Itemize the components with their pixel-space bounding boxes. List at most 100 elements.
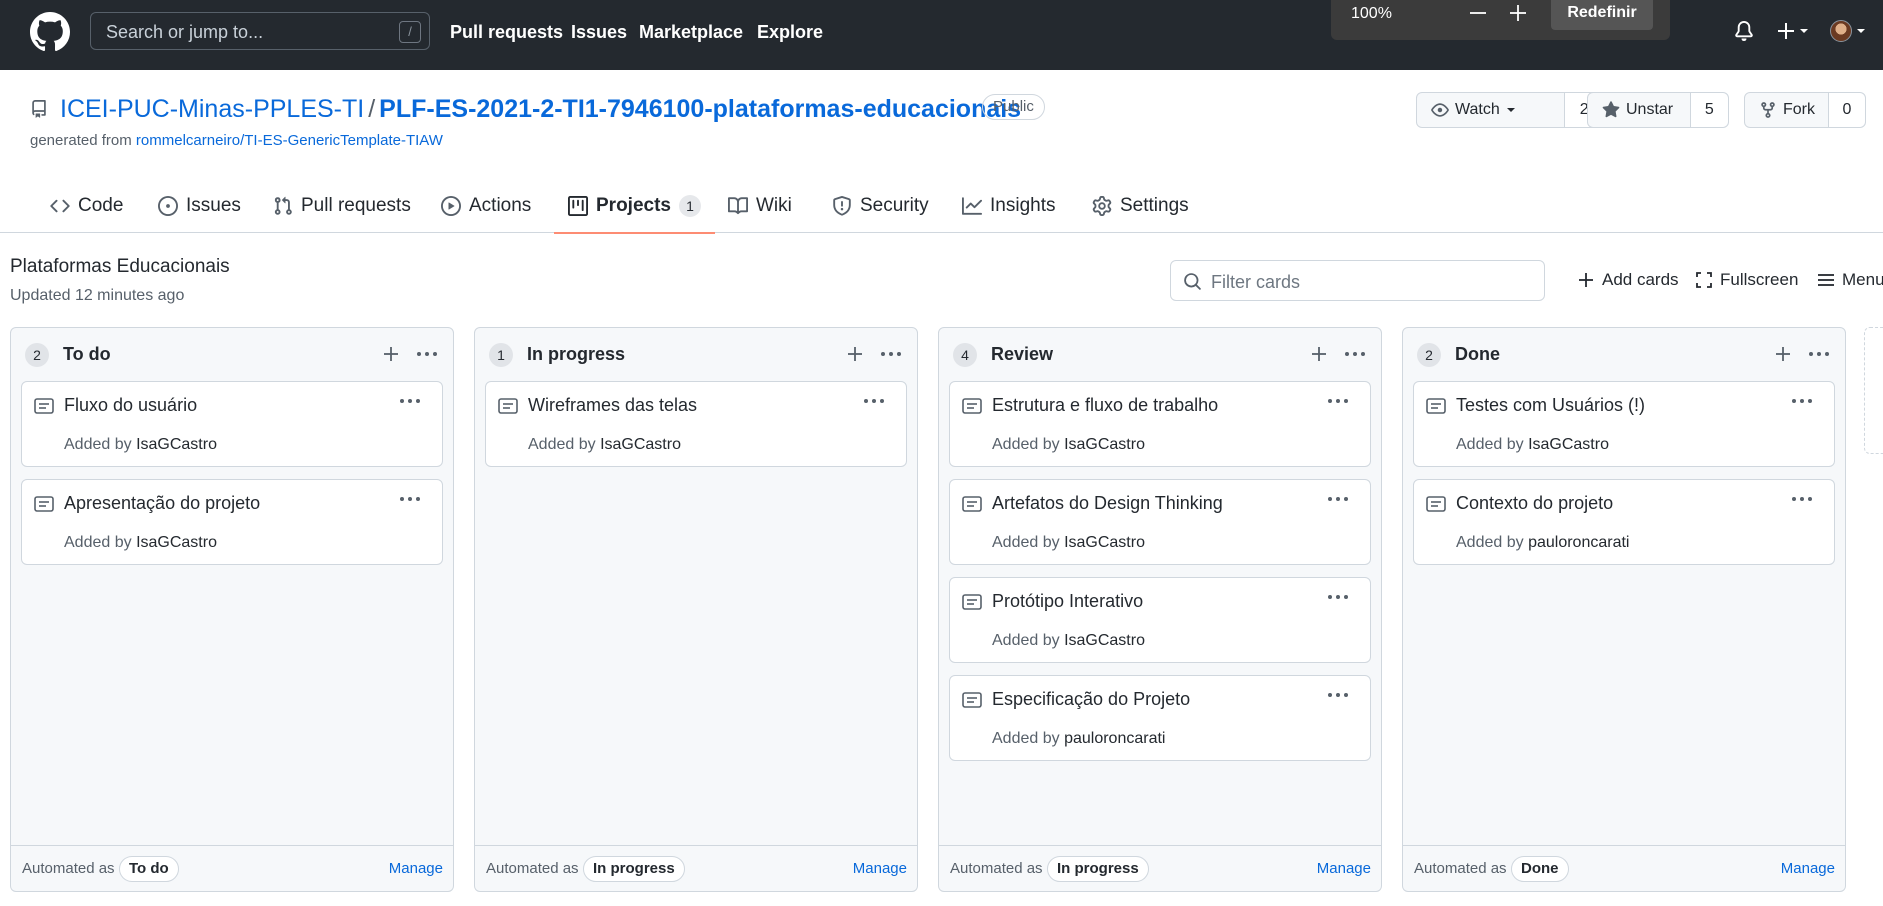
column-card-count: 1 [489, 343, 513, 367]
github-logo-icon[interactable] [30, 12, 70, 52]
card-more-icon[interactable] [1326, 688, 1350, 702]
filter-cards-input[interactable]: Filter cards [1170, 260, 1545, 301]
card-author[interactable]: pauloroncarati [1064, 730, 1165, 747]
star-count[interactable]: 5 [1690, 93, 1728, 127]
filter-placeholder: Filter cards [1211, 272, 1301, 292]
card-author[interactable]: pauloroncarati [1528, 534, 1629, 551]
card-more-icon[interactable] [398, 492, 422, 506]
gear-icon [1092, 195, 1112, 216]
card-title[interactable]: Protótipo Interativo [992, 591, 1143, 612]
card-title[interactable]: Apresentação do projeto [64, 493, 260, 514]
manage-automation-link[interactable]: Manage [389, 860, 443, 877]
template-repo-link[interactable]: rommelcarneiro/TI-ES-GenericTemplate-TIA… [136, 132, 443, 149]
menu-label: Menu [1842, 270, 1883, 289]
card-title[interactable]: Testes com Usuários (!) [1456, 395, 1645, 416]
card-author[interactable]: IsaGCastro [136, 436, 217, 453]
project-card[interactable]: Fluxo do usuário Added by IsaGCastro [21, 381, 443, 467]
menu-button[interactable]: Menu [1816, 270, 1883, 290]
tab-issues[interactable]: Issues [158, 178, 241, 233]
note-icon [1426, 397, 1446, 415]
fork-count[interactable]: 0 [1829, 93, 1865, 127]
column-more-icon[interactable] [415, 344, 439, 364]
project-card[interactable]: Estrutura e fluxo de trabalho Added by I… [949, 381, 1371, 467]
tab-pull-requests[interactable]: Pull requests [273, 178, 411, 233]
global-header: Search or jump to... / Pull requests Iss… [0, 0, 1883, 70]
column-more-icon[interactable] [879, 344, 903, 364]
card-title[interactable]: Wireframes das telas [528, 395, 697, 416]
project-card[interactable]: Artefatos do Design Thinking Added by Is… [949, 479, 1371, 565]
project-card[interactable]: Contexto do projeto Added by pauloroncar… [1413, 479, 1835, 565]
project-card[interactable]: Protótipo Interativo Added by IsaGCastro [949, 577, 1371, 663]
fullscreen-button[interactable]: Fullscreen [1694, 270, 1798, 290]
card-more-icon[interactable] [1326, 590, 1350, 604]
bell-icon[interactable] [1734, 21, 1754, 41]
add-column-placeholder[interactable] [1864, 327, 1883, 454]
manage-automation-link[interactable]: Manage [853, 860, 907, 877]
card-title[interactable]: Contexto do projeto [1456, 493, 1613, 514]
search-shortcut-hint: / [399, 21, 421, 43]
avatar-dropdown-caret-icon[interactable] [1856, 27, 1866, 35]
column-more-icon[interactable] [1807, 344, 1831, 364]
card-author[interactable]: IsaGCastro [136, 534, 217, 551]
repo-name-link[interactable]: PLF-ES-2021-2-TI1-7946100-plataformas-ed… [379, 95, 1021, 123]
card-more-icon[interactable] [398, 394, 422, 408]
watch-button[interactable]: Watch [1417, 93, 1566, 127]
tab-actions[interactable]: Actions [441, 178, 531, 233]
card-added-by: Added by IsaGCastro [992, 436, 1145, 454]
fork-button[interactable]: Fork [1745, 93, 1829, 127]
create-new-icon[interactable] [1776, 21, 1810, 41]
card-more-icon[interactable] [1790, 492, 1814, 506]
repo-owner-link[interactable]: ICEI-PUC-Minas-PPLES-TI [60, 95, 364, 123]
tab-projects[interactable]: Projects 1 [554, 178, 715, 234]
unstar-button[interactable]: Unstar [1588, 93, 1691, 127]
zoom-out-icon[interactable] [1467, 2, 1489, 24]
nav-pull-requests[interactable]: Pull requests [450, 22, 563, 43]
tab-settings[interactable]: Settings [1092, 178, 1189, 233]
card-author[interactable]: IsaGCastro [600, 436, 681, 453]
tab-projects-label: Projects [596, 194, 671, 216]
column-more-icon[interactable] [1343, 344, 1367, 364]
nav-marketplace[interactable]: Marketplace [639, 22, 743, 43]
add-card-icon[interactable] [1773, 344, 1793, 364]
watch-caret-icon [1506, 106, 1516, 114]
graph-icon [962, 196, 982, 216]
card-author[interactable]: IsaGCastro [1064, 436, 1145, 453]
automation-badge: In progress [583, 856, 685, 882]
project-card[interactable]: Especificação do Projeto Added by paulor… [949, 675, 1371, 761]
card-author[interactable]: IsaGCastro [1528, 436, 1609, 453]
manage-automation-link[interactable]: Manage [1781, 860, 1835, 877]
project-card[interactable]: Apresentação do projeto Added by IsaGCas… [21, 479, 443, 565]
card-title[interactable]: Estrutura e fluxo de trabalho [992, 395, 1218, 416]
project-card[interactable]: Testes com Usuários (!) Added by IsaGCas… [1413, 381, 1835, 467]
nav-issues[interactable]: Issues [571, 22, 627, 43]
tab-wiki[interactable]: Wiki [728, 178, 792, 233]
column-card-count: 2 [1417, 343, 1441, 367]
zoom-reset-button[interactable]: Redefinir [1551, 0, 1653, 30]
card-more-icon[interactable] [862, 394, 886, 408]
global-search-input[interactable]: Search or jump to... / [90, 12, 430, 50]
card-title[interactable]: Fluxo do usuário [64, 395, 197, 416]
card-more-icon[interactable] [1326, 492, 1350, 506]
tab-code[interactable]: Code [50, 178, 123, 233]
nav-explore[interactable]: Explore [757, 22, 823, 43]
manage-automation-link[interactable]: Manage [1317, 860, 1371, 877]
zoom-level: 100% [1351, 5, 1392, 22]
card-title[interactable]: Artefatos do Design Thinking [992, 493, 1223, 514]
add-card-icon[interactable] [845, 344, 865, 364]
card-author[interactable]: IsaGCastro [1064, 534, 1145, 551]
card-more-icon[interactable] [1790, 394, 1814, 408]
note-icon [34, 495, 54, 513]
project-card[interactable]: Wireframes das telas Added by IsaGCastro [485, 381, 907, 467]
tab-security[interactable]: Security [832, 178, 929, 233]
card-title[interactable]: Especificação do Projeto [992, 689, 1190, 710]
add-card-icon[interactable] [1309, 344, 1329, 364]
zoom-in-icon[interactable] [1507, 2, 1529, 24]
add-cards-button[interactable]: Add cards [1576, 270, 1679, 290]
card-more-icon[interactable] [1326, 394, 1350, 408]
card-author[interactable]: IsaGCastro [1064, 632, 1145, 649]
user-avatar[interactable] [1830, 20, 1852, 42]
card-added-by: Added by IsaGCastro [992, 534, 1145, 552]
tab-insights[interactable]: Insights [962, 178, 1055, 233]
add-card-icon[interactable] [381, 344, 401, 364]
tab-actions-label: Actions [469, 194, 532, 216]
